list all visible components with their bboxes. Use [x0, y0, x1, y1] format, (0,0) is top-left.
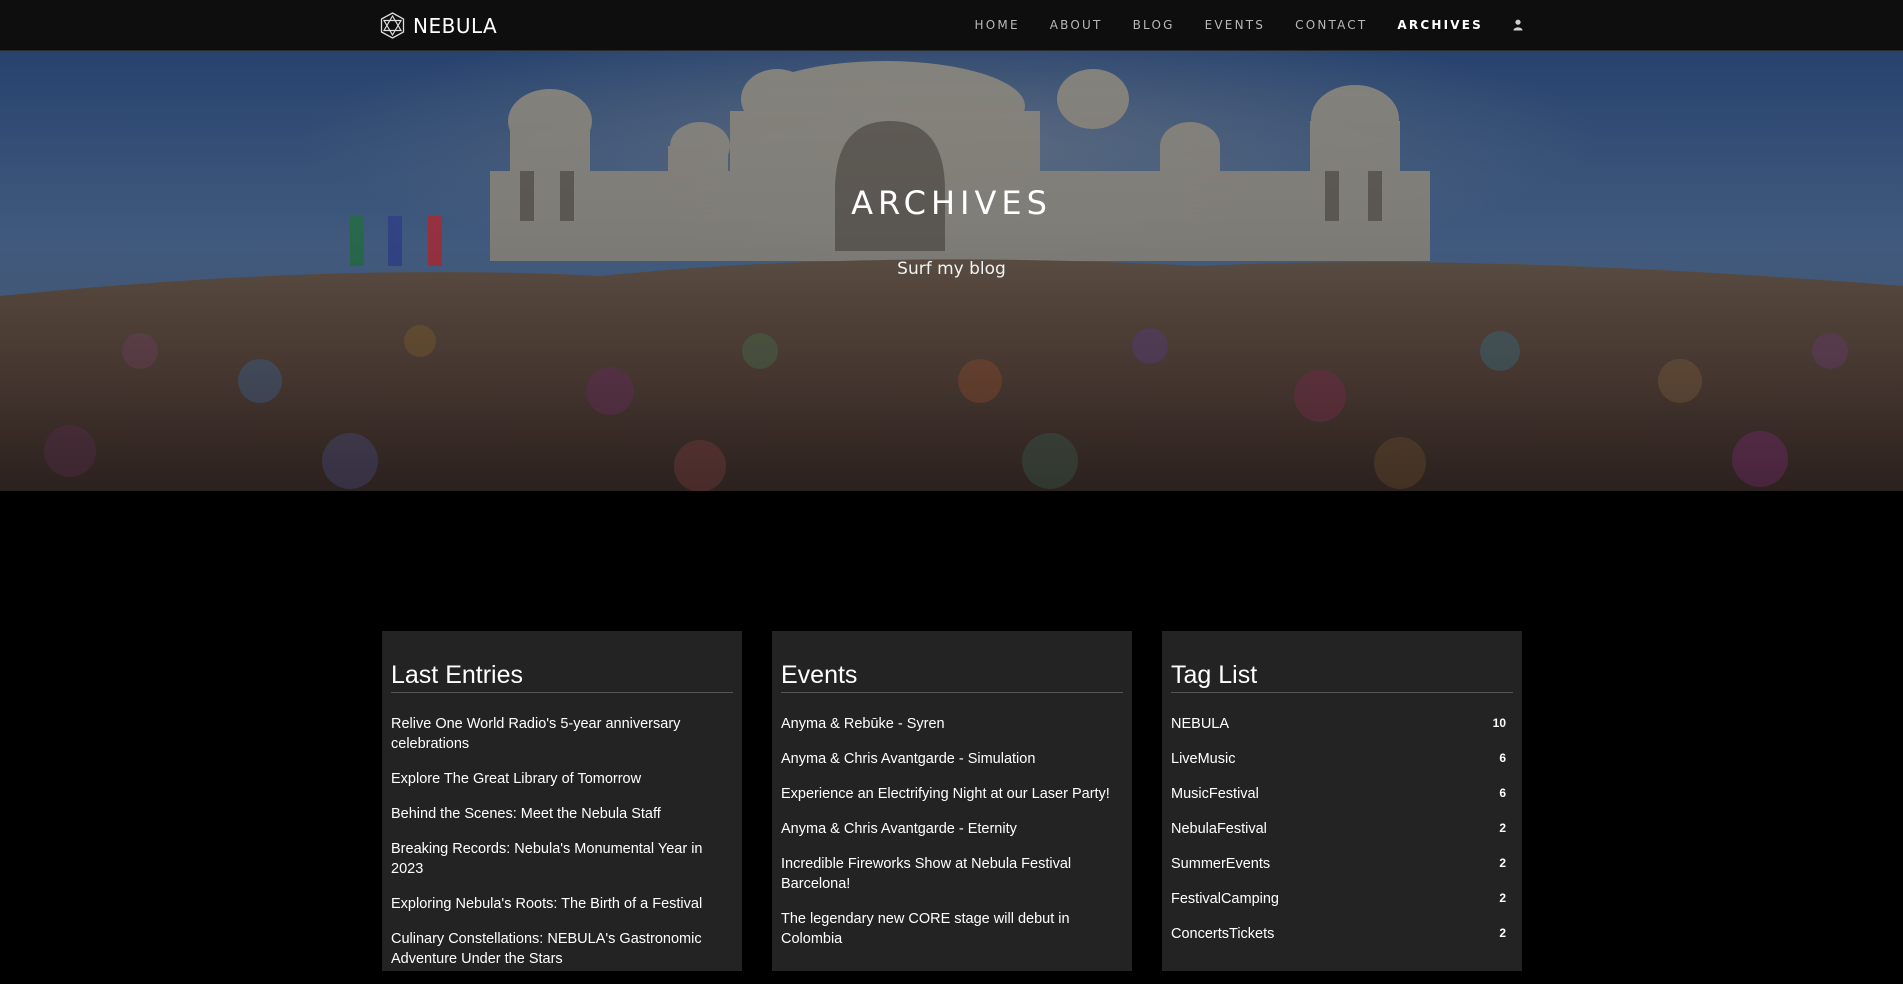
event-link[interactable]: The legendary new CORE stage will debut … [781, 909, 1123, 949]
tag-count-badge: 10 [1492, 716, 1506, 730]
divider [391, 692, 733, 693]
last-entries-card: Last Entries Relive One World Radio's 5-… [382, 631, 742, 971]
last-entries-list: Relive One World Radio's 5-year annivers… [391, 714, 733, 984]
divider [781, 692, 1123, 693]
event-link[interactable]: Anyma & Rebūke - Syren [781, 714, 1123, 734]
events-title: Events [781, 661, 858, 689]
nav-archives[interactable]: ARCHIVES [1397, 18, 1483, 32]
brand-name: NEBULA [413, 13, 498, 38]
entry-link[interactable]: Explore The Great Library of Tomorrow [391, 769, 733, 789]
nav-events[interactable]: EVENTS [1205, 18, 1266, 32]
brand-logo-link[interactable]: NEBULA [380, 12, 497, 39]
entry-link[interactable]: Relive One World Radio's 5-year annivers… [391, 714, 733, 754]
tag-count-badge: 2 [1499, 821, 1506, 835]
divider [1171, 692, 1513, 693]
last-entries-title: Last Entries [391, 661, 524, 689]
nav-contact[interactable]: CONTACT [1295, 18, 1367, 32]
nav-home[interactable]: HOME [975, 18, 1020, 32]
tag-list: NEBULA 10 LiveMusic 6 MusicFestival 6 Ne… [1171, 714, 1513, 959]
tag-count-badge: 6 [1499, 786, 1506, 800]
tag-name: NebulaFestival [1171, 821, 1267, 837]
tag-item[interactable]: NebulaFestival 2 [1171, 819, 1513, 839]
nav-blog[interactable]: BLOG [1133, 18, 1175, 32]
entry-link[interactable]: Behind the Scenes: Meet the Nebula Staff [391, 804, 733, 824]
entry-link[interactable]: Culinary Constellations: NEBULA's Gastro… [391, 929, 733, 969]
user-icon[interactable] [1513, 19, 1523, 31]
tag-item[interactable]: SummerEvents 2 [1171, 854, 1513, 874]
event-link[interactable]: Anyma & Chris Avantgarde - Eternity [781, 819, 1123, 839]
tag-item[interactable]: ConcertsTickets 2 [1171, 924, 1513, 944]
tag-name: ConcertsTickets [1171, 926, 1275, 942]
tag-name: MusicFestival [1171, 786, 1259, 802]
tag-name: LiveMusic [1171, 751, 1236, 767]
entry-link[interactable]: Breaking Records: Nebula's Monumental Ye… [391, 839, 733, 879]
tag-name: NEBULA [1171, 716, 1230, 732]
event-link[interactable]: Incredible Fireworks Show at Nebula Fest… [781, 854, 1123, 894]
tag-item[interactable]: MusicFestival 6 [1171, 784, 1513, 804]
tag-count-badge: 6 [1499, 751, 1506, 765]
entry-link[interactable]: Exploring Nebula's Roots: The Birth of a… [391, 894, 733, 914]
hero-banner: ARCHIVES Surf my blog [0, 51, 1903, 491]
tag-name: FestivalCamping [1171, 891, 1279, 907]
event-link[interactable]: Experience an Electrifying Night at our … [781, 784, 1123, 804]
tag-list-card: Tag List NEBULA 10 LiveMusic 6 MusicFest… [1162, 631, 1522, 971]
event-link[interactable]: Anyma & Chris Avantgarde - Simulation [781, 749, 1123, 769]
tag-count-badge: 2 [1499, 891, 1506, 905]
nav-about[interactable]: ABOUT [1050, 18, 1103, 32]
page-title: ARCHIVES [851, 184, 1052, 222]
star-of-david-logo-icon [380, 12, 405, 39]
tag-name: SummerEvents [1171, 856, 1271, 872]
main-nav: HOME ABOUT BLOG EVENTS CONTACT ARCHIVES [975, 0, 1523, 50]
tag-count-badge: 2 [1499, 926, 1506, 940]
tag-item[interactable]: LiveMusic 6 [1171, 749, 1513, 769]
top-navbar: NEBULA HOME ABOUT BLOG EVENTS CONTACT AR… [0, 0, 1903, 51]
tag-list-title: Tag List [1171, 661, 1258, 689]
events-card: Events Anyma & Rebūke - Syren Anyma & Ch… [772, 631, 1132, 971]
tag-count-badge: 2 [1499, 856, 1506, 870]
tag-item[interactable]: NEBULA 10 [1171, 714, 1513, 734]
tag-item[interactable]: FestivalCamping 2 [1171, 889, 1513, 909]
page-subtitle: Surf my blog [897, 259, 1006, 279]
events-list: Anyma & Rebūke - Syren Anyma & Chris Ava… [781, 714, 1123, 964]
